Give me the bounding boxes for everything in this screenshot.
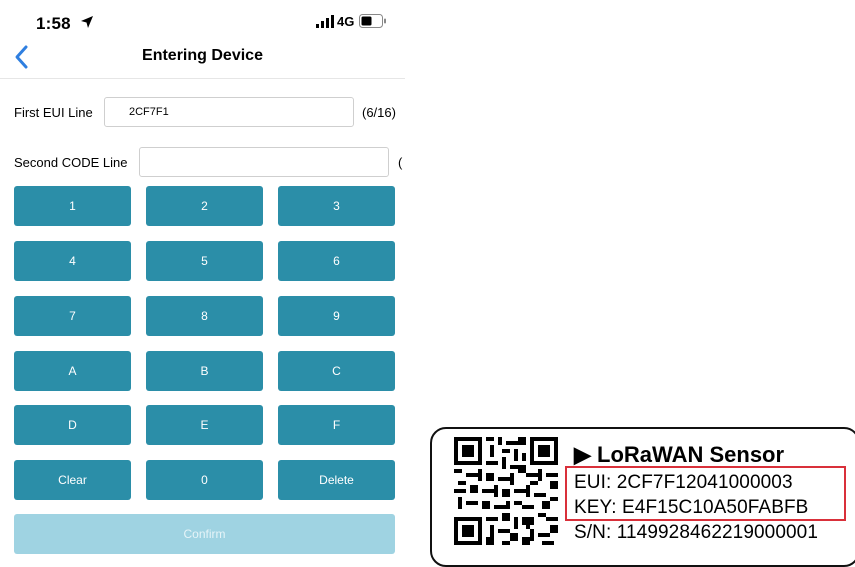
phone-screen: 1:58 4G Entering Device First EUI Line 2… <box>0 0 405 554</box>
key-4[interactable]: 4 <box>14 241 131 281</box>
location-arrow-icon <box>81 16 93 28</box>
key-f[interactable]: F <box>278 405 395 445</box>
first-eui-label: First EUI Line <box>14 105 93 120</box>
key-7[interactable]: 7 <box>14 296 131 336</box>
qr-code <box>454 437 558 545</box>
label-serial-number: S/N: 114992846221900000​1 <box>574 522 818 543</box>
key-b[interactable]: B <box>146 351 263 391</box>
key-a[interactable]: A <box>14 351 131 391</box>
key-c[interactable]: C <box>278 351 395 391</box>
key-2[interactable]: 2 <box>146 186 263 226</box>
key-d[interactable]: D <box>14 405 131 445</box>
key-6[interactable]: 6 <box>278 241 395 281</box>
battery-icon <box>359 14 386 28</box>
second-code-input[interactable] <box>139 147 389 177</box>
second-code-count: ( <box>398 155 403 170</box>
key-1[interactable]: 1 <box>14 186 131 226</box>
key-3[interactable]: 3 <box>278 186 395 226</box>
key-9[interactable]: 9 <box>278 296 395 336</box>
second-code-row: Second CODE Line ( <box>0 147 405 179</box>
confirm-button[interactable]: Confirm <box>14 514 395 554</box>
key-e[interactable]: E <box>146 405 263 445</box>
page-title: Entering Device <box>142 47 263 64</box>
highlight-box <box>565 466 846 521</box>
clear-button[interactable]: Clear <box>14 460 131 500</box>
first-eui-row: First EUI Line 2CF7F1 (6/16) <box>0 97 405 129</box>
nav-bar: Entering Device <box>0 36 405 79</box>
delete-button[interactable]: Delete <box>278 460 395 500</box>
second-code-label: Second CODE Line <box>14 155 128 170</box>
status-time: 1:58 <box>36 14 71 33</box>
label-title: ▶ LoRaWAN Sensor <box>574 442 785 467</box>
network-type: 4G <box>337 14 355 29</box>
key-5[interactable]: 5 <box>146 241 263 281</box>
first-eui-count: (6/16) <box>362 105 396 120</box>
key-0[interactable]: 0 <box>146 460 263 500</box>
cellular-signal-icon <box>316 15 334 28</box>
key-8[interactable]: 8 <box>146 296 263 336</box>
first-eui-input[interactable]: 2CF7F1 <box>104 97 354 127</box>
